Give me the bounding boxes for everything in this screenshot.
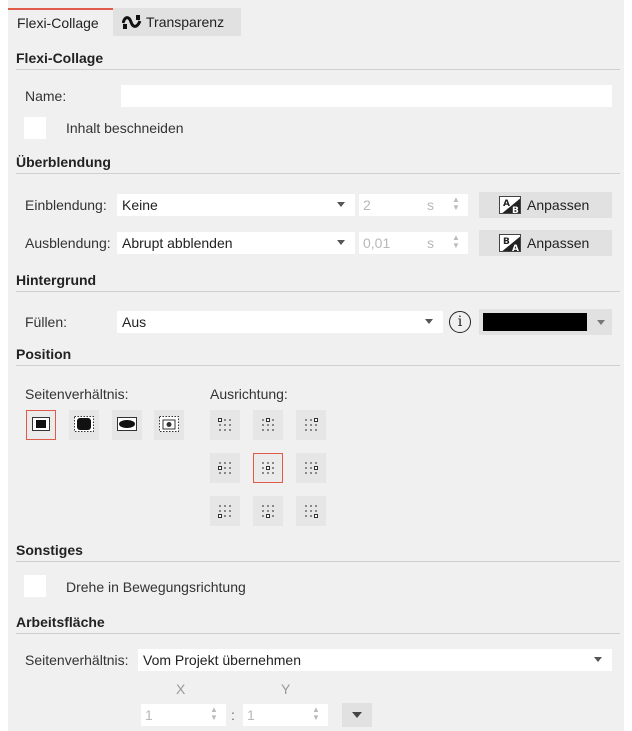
section-heading-position: Position bbox=[16, 346, 620, 366]
chevron-down-icon bbox=[337, 240, 345, 245]
fill-value: Aus bbox=[122, 314, 147, 330]
section-heading-flexi-collage: Flexi-Collage bbox=[16, 50, 620, 70]
fade-out-value: Abrupt abblenden bbox=[122, 235, 233, 251]
fade-out-adjust-button[interactable]: BA Anpassen bbox=[479, 230, 612, 256]
color-picker[interactable] bbox=[479, 309, 612, 335]
svg-text:B: B bbox=[512, 206, 519, 214]
spin-arrows-icon: ▲ ▼ bbox=[452, 195, 460, 212]
align-middle-right-icon bbox=[304, 461, 318, 475]
fade-out-unit: s bbox=[427, 235, 434, 251]
section-heading-background: Hintergrund bbox=[16, 272, 620, 292]
align-middle-right-button[interactable] bbox=[296, 453, 326, 483]
align-bottom-left-icon bbox=[217, 504, 232, 518]
spin-arrows-icon: ▲ ▼ bbox=[312, 705, 320, 722]
tab-transparenz[interactable]: Transparenz bbox=[113, 8, 241, 36]
ratio-separator: : bbox=[231, 707, 235, 723]
align-top-right-icon bbox=[304, 417, 318, 432]
color-swatch bbox=[483, 313, 587, 331]
tab-label: Transparenz bbox=[146, 14, 225, 30]
align-top-left-button[interactable] bbox=[210, 410, 240, 440]
align-top-left-icon bbox=[217, 417, 232, 432]
crop-content-checkbox[interactable] bbox=[24, 117, 46, 139]
workspace-x-value: 1 bbox=[145, 707, 153, 723]
spin-arrows-icon: ▲ ▼ bbox=[452, 233, 460, 250]
aspect-fit-icon bbox=[32, 416, 50, 434]
properties-panel: Flexi-Collage Transparenz Flexi-Collage … bbox=[8, 0, 624, 731]
fade-in-value: Keine bbox=[122, 197, 158, 213]
transition-ba-icon: BA bbox=[499, 234, 521, 252]
align-top-right-button[interactable] bbox=[296, 410, 326, 440]
chevron-down-icon bbox=[594, 657, 602, 662]
fade-in-unit: s bbox=[427, 197, 434, 213]
fade-out-select[interactable]: Abrupt abblenden bbox=[117, 232, 355, 254]
workspace-aspect-label: Seitenverhältnis: bbox=[25, 652, 129, 668]
fade-out-duration-value: 0,01 bbox=[363, 235, 391, 251]
spin-arrows-icon: ▲ ▼ bbox=[210, 705, 218, 722]
name-input[interactable] bbox=[121, 85, 612, 107]
workspace-preset-button[interactable] bbox=[342, 703, 372, 727]
aspect-fit-button[interactable] bbox=[26, 410, 56, 440]
chevron-down-icon bbox=[337, 202, 345, 207]
section-heading-workspace: Arbeitsfläche bbox=[16, 614, 620, 634]
aspect-original-icon bbox=[159, 415, 179, 435]
crop-content-label: Inhalt beschneiden bbox=[66, 120, 184, 136]
align-top-center-button[interactable] bbox=[253, 410, 283, 440]
aspect-stretch-icon bbox=[117, 416, 137, 434]
align-center-icon bbox=[261, 461, 275, 475]
align-center-button[interactable] bbox=[253, 453, 283, 483]
workspace-y-spinner[interactable]: 1 ▲ ▼ bbox=[243, 704, 328, 726]
aspect-original-button[interactable] bbox=[154, 410, 184, 440]
svg-text:B: B bbox=[503, 237, 510, 247]
info-icon-glyph: i bbox=[457, 314, 463, 330]
chevron-down-icon bbox=[425, 319, 433, 324]
x-label: X bbox=[176, 681, 186, 697]
chevron-down-icon bbox=[597, 320, 605, 325]
fade-out-label: Ausblendung: bbox=[25, 235, 111, 251]
fade-in-select[interactable]: Keine bbox=[117, 194, 355, 216]
svg-text:A: A bbox=[512, 244, 519, 252]
transparency-wave-icon bbox=[121, 14, 142, 30]
fade-out-duration-spinner[interactable]: 0,01 s ▲ ▼ bbox=[359, 232, 468, 254]
workspace-aspect-value: Vom Projekt übernehmen bbox=[143, 652, 301, 668]
alignment-label: Ausrichtung: bbox=[210, 386, 288, 402]
workspace-y-value: 1 bbox=[247, 707, 255, 723]
fade-in-duration-value: 2 bbox=[363, 197, 371, 213]
align-middle-left-button[interactable] bbox=[210, 453, 240, 483]
rotate-motion-checkbox[interactable] bbox=[24, 575, 46, 597]
svg-text:A: A bbox=[503, 199, 510, 209]
rotate-motion-label: Drehe in Bewegungsrichtung bbox=[66, 579, 246, 595]
info-icon[interactable]: i bbox=[449, 311, 471, 333]
section-heading-other: Sonstiges bbox=[16, 542, 620, 562]
fade-in-duration-spinner[interactable]: 2 s ▲ ▼ bbox=[359, 194, 468, 216]
align-top-center-icon bbox=[261, 417, 275, 432]
tab-flexi-collage[interactable]: Flexi-Collage bbox=[8, 8, 113, 36]
section-heading-blend: Überblendung bbox=[16, 154, 620, 174]
aspect-stretch-button[interactable] bbox=[112, 410, 142, 440]
fade-in-adjust-button[interactable]: AB Anpassen bbox=[479, 192, 612, 218]
align-bottom-right-icon bbox=[304, 504, 318, 518]
y-label: Y bbox=[281, 681, 291, 697]
fade-out-adjust-label: Anpassen bbox=[527, 235, 590, 251]
aspect-fill-icon bbox=[74, 415, 94, 435]
align-bottom-left-button[interactable] bbox=[210, 496, 240, 526]
transition-ab-icon: AB bbox=[499, 196, 521, 214]
align-bottom-center-button[interactable] bbox=[253, 496, 283, 526]
workspace-x-spinner[interactable]: 1 ▲ ▼ bbox=[141, 704, 226, 726]
align-bottom-center-icon bbox=[261, 504, 275, 518]
tab-bar: Flexi-Collage Transparenz bbox=[8, 8, 624, 36]
fill-label: Füllen: bbox=[25, 314, 68, 330]
name-label: Name: bbox=[25, 88, 67, 104]
aspect-ratio-label: Seitenverhältnis: bbox=[25, 386, 129, 402]
aspect-fill-button[interactable] bbox=[69, 410, 99, 440]
tab-label: Flexi-Collage bbox=[17, 15, 99, 31]
align-bottom-right-button[interactable] bbox=[296, 496, 326, 526]
workspace-aspect-select[interactable]: Vom Projekt übernehmen bbox=[138, 649, 612, 671]
chevron-down-icon bbox=[352, 712, 362, 718]
fade-in-label: Einblendung: bbox=[25, 197, 107, 213]
fill-select[interactable]: Aus bbox=[117, 311, 443, 333]
align-middle-left-icon bbox=[217, 461, 232, 475]
fade-in-adjust-label: Anpassen bbox=[527, 197, 590, 213]
